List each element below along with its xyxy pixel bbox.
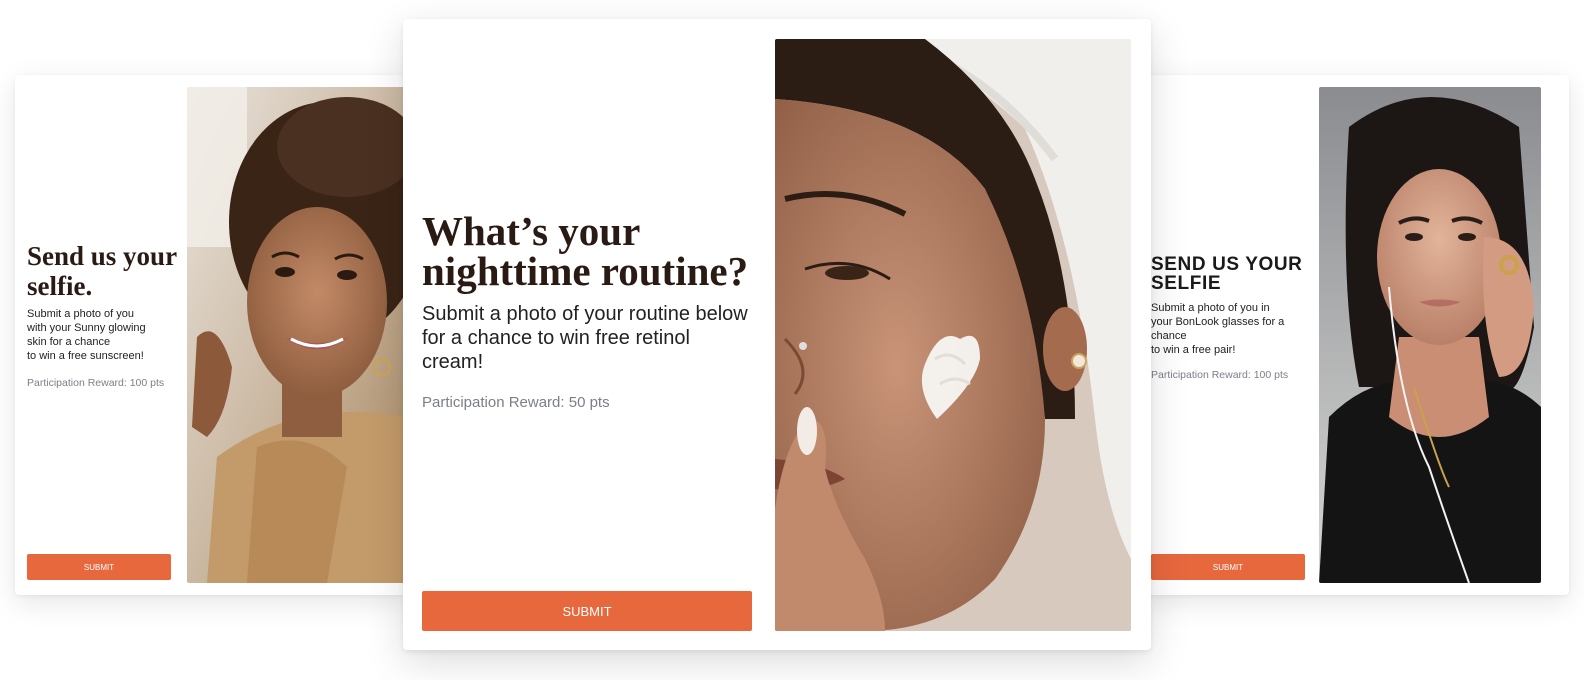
participation-reward: Participation Reward: 100 pts: [27, 377, 165, 389]
submit-button[interactable]: SUBMIT: [1151, 554, 1305, 580]
woman-towel-photo: [775, 39, 1131, 631]
card-title: Send us your selfie.: [27, 241, 177, 301]
woman-black-top-photo: [1319, 87, 1541, 583]
card-description: Submit a photo of your routine below for…: [422, 303, 748, 373]
card-title: What’s your nighttime routine?: [422, 208, 749, 294]
submit-button[interactable]: SUBMIT: [27, 554, 171, 580]
smiling-woman-photo: [187, 87, 407, 583]
challenge-card-nighttime-routine: What’s your nighttime routine? Submit a …: [403, 19, 1151, 650]
participation-reward: Participation Reward: 100 pts: [1151, 369, 1289, 381]
card-description: Submit a photo of you in your BonLook gl…: [1151, 302, 1285, 356]
card-text-column: Send us your selfie. Submit a photo of y…: [27, 241, 177, 390]
card-text-column: What’s your nighttime routine? Submit a …: [422, 211, 752, 412]
card-title: SEND US YOUR SELFIE: [1151, 254, 1303, 294]
participation-reward: Participation Reward: 50 pts: [422, 394, 610, 411]
card-text-column: SEND US YOUR SELFIE Submit a photo of yo…: [1151, 255, 1309, 382]
card-description: Submit a photo of you with your Sunny gl…: [27, 308, 146, 362]
submit-button[interactable]: SUBMIT: [422, 591, 752, 631]
challenge-card-selfie-glasses: SEND US YOUR SELFIE Submit a photo of yo…: [1143, 75, 1569, 595]
challenge-card-selfie-sunscreen: Send us your selfie. Submit a photo of y…: [15, 75, 407, 595]
stage: Send us your selfie. Submit a photo of y…: [0, 0, 1584, 680]
